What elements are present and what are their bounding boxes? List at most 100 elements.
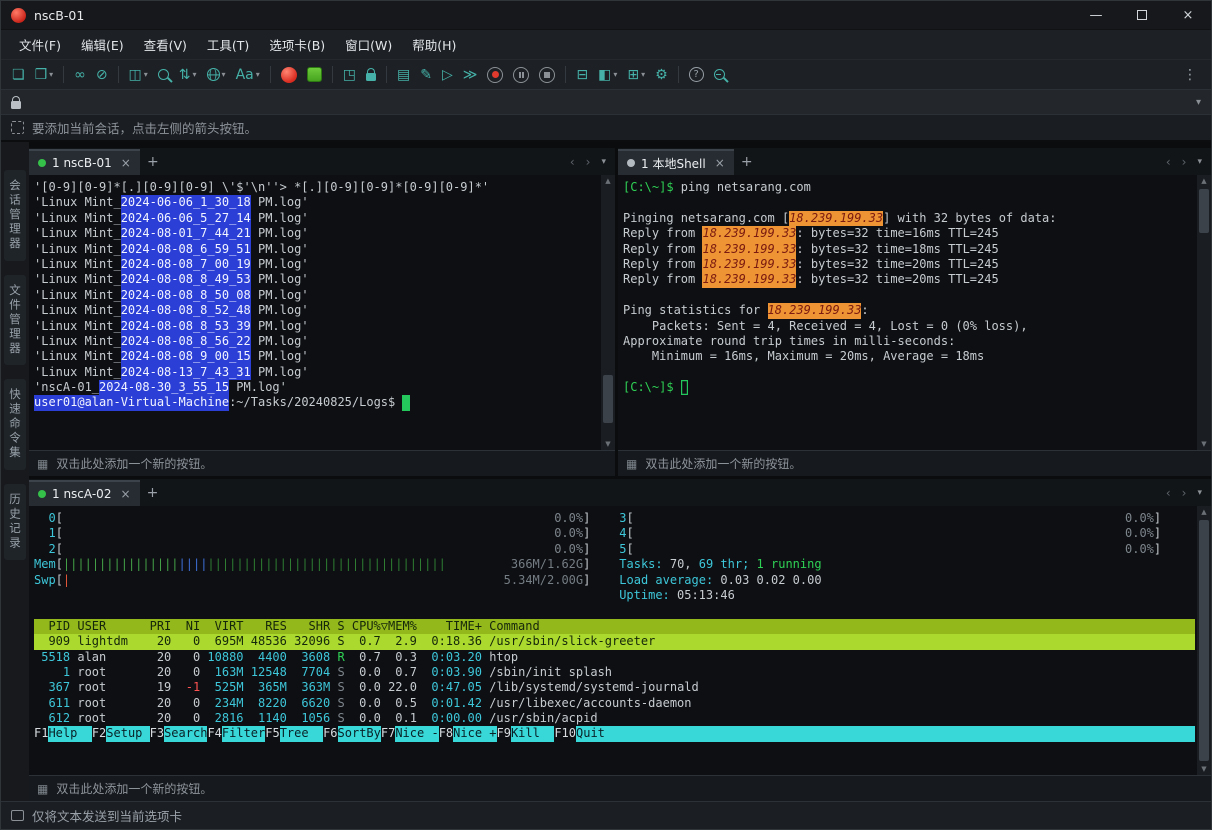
terminal-line: Packets: Sent = 4, Received = 4, Lost = …	[623, 319, 1195, 334]
pause-icon[interactable]	[508, 63, 534, 87]
toolbar-separator	[270, 66, 271, 83]
tile-layout-icon[interactable]: ⊞▾	[622, 63, 650, 87]
duplicate-session-icon[interactable]: ◫▾	[124, 63, 153, 87]
new-tab-button[interactable]: +	[140, 480, 166, 506]
zoom-icon[interactable]	[709, 63, 730, 87]
menu-item[interactable]: 查看(V)	[134, 30, 197, 59]
tab-close-icon[interactable]: ×	[715, 156, 725, 170]
tab-list-icon[interactable]: ▾	[1197, 157, 1202, 167]
quick-button-bar[interactable]: ▦ 双击此处添加一个新的按钮。	[618, 450, 1211, 476]
split-pane-icon[interactable]: ◧▾	[593, 63, 622, 87]
tab-scroll-left-icon[interactable]: ‹	[1166, 486, 1171, 500]
open-sessions-icon[interactable]: ❒▾	[30, 63, 59, 87]
tab-close-icon[interactable]: ×	[121, 156, 131, 170]
search-icon[interactable]	[153, 63, 174, 87]
terminal-nscA-02-htop[interactable]: 0[ 0.0%] 3[ 0.0%] 1[	[29, 506, 1197, 775]
lock-screen-icon[interactable]	[361, 63, 381, 87]
add-session-icon[interactable]	[11, 121, 24, 134]
tab-scroll-right-icon[interactable]: ›	[586, 155, 591, 169]
menu-item[interactable]: 帮助(H)	[402, 30, 466, 59]
highlight-pen-icon[interactable]: ✎	[415, 63, 437, 87]
menu-item[interactable]: 工具(T)	[197, 30, 259, 59]
terminal-line: 'Linux Mint_2024-08-08_9_00_15 PM.log'	[34, 349, 599, 364]
terminal-line	[623, 195, 1195, 210]
quickbar-expand-icon[interactable]: ▾	[1196, 97, 1201, 108]
quick-button-bar[interactable]: ▦ 双击此处添加一个新的按钮。	[29, 450, 615, 476]
bottom-scrollbar[interactable]: ▲ ▼	[1197, 506, 1211, 775]
sidebar-tab[interactable]: 历史记录	[4, 484, 26, 560]
terminal-line: 'Linux Mint_2024-06-06_5_27_14 PM.log'	[34, 211, 599, 226]
button-grid-icon: ▦	[37, 782, 48, 796]
tab-list-icon[interactable]: ▾	[601, 157, 606, 167]
new-tab-button[interactable]: +	[140, 149, 166, 175]
record-icon[interactable]	[482, 63, 508, 87]
new-session-icon[interactable]: ❏	[7, 63, 30, 87]
tab-local-shell[interactable]: 1 本地Shell ×	[618, 149, 734, 175]
tab-scroll-right-icon[interactable]: ›	[1182, 155, 1187, 169]
tab-nscA-02[interactable]: 1 nscA-02 ×	[29, 480, 140, 506]
send-mode-icon[interactable]	[11, 810, 24, 821]
terminal-line: 'Linux Mint_2024-08-08_8_53_39 PM.log'	[34, 319, 599, 334]
send-text-icon[interactable]: ▷	[437, 63, 458, 87]
titlebar: nscB-01 — ×	[1, 1, 1211, 29]
sidebar-tab[interactable]: 会话管理器	[4, 170, 26, 261]
menu-item[interactable]: 文件(F)	[9, 30, 71, 59]
right-scrollbar[interactable]: ▲ ▼	[1197, 175, 1211, 450]
menu-item[interactable]: 选项卡(B)	[259, 30, 335, 59]
scroll-up-icon[interactable]: ▲	[1201, 177, 1206, 185]
terminal-line: Reply from 18.239.199.33: bytes=32 time=…	[623, 242, 1195, 257]
compose-pane-icon[interactable]: ⊟	[571, 63, 593, 87]
globe-icon[interactable]: ▾	[202, 63, 231, 87]
scrollbar-thumb[interactable]	[1199, 189, 1209, 233]
compose-bar-icon[interactable]: ▤	[392, 63, 415, 87]
statusbar: 仅将文本发送到当前选项卡	[1, 801, 1211, 829]
quick-button-bar[interactable]: ▦ 双击此处添加一个新的按钮。	[29, 775, 1211, 801]
xshell-brand-icon[interactable]	[276, 63, 302, 87]
settings-gear-icon[interactable]: ⚙	[650, 63, 673, 87]
terminal-line: 367 root 19 -1 525M 365M 363M S 0.0 22.0…	[34, 680, 1195, 695]
reconnect-icon[interactable]: ∞	[69, 63, 91, 87]
sidebar-tab[interactable]: 快速命令集	[4, 379, 26, 470]
xshell-window: nscB-01 — × 文件(F)编辑(E)查看(V)工具(T)选项卡(B)窗口…	[0, 0, 1212, 830]
xagent-icon[interactable]	[302, 63, 327, 87]
terminal-local-shell[interactable]: [C:\~]$ ping netsarang.comPinging netsar…	[618, 175, 1197, 450]
disconnect-icon[interactable]: ⊘	[91, 63, 113, 87]
menu-item[interactable]: 编辑(E)	[71, 30, 134, 59]
file-transfer-icon[interactable]: ⇅▾	[174, 63, 202, 87]
stop-icon[interactable]	[534, 63, 560, 87]
tab-close-icon[interactable]: ×	[120, 487, 130, 501]
help-icon[interactable]	[684, 63, 709, 87]
send-all-icon[interactable]: ≫	[458, 63, 483, 87]
scroll-up-icon[interactable]: ▲	[605, 177, 610, 185]
sidebar-tab[interactable]: 文件管理器	[4, 275, 26, 366]
terminal-wrap: [C:\~]$ ping netsarang.comPinging netsar…	[618, 175, 1211, 450]
new-tab-button[interactable]: +	[734, 149, 760, 175]
tab-nscB-01[interactable]: 1 nscB-01 ×	[29, 149, 140, 175]
menu-item[interactable]: 窗口(W)	[335, 30, 402, 59]
left-scrollbar[interactable]: ▲ ▼	[601, 175, 615, 450]
terminal-nscB-01[interactable]: '[0-9][0-9]*[.][0-9][0-9] \'$'\n''> *[.]…	[29, 175, 601, 450]
terminal-line: Swp[| 5.34M/2.00G] Load average: 0.03 0.…	[34, 573, 1195, 588]
font-size-icon[interactable]: Aa▾	[231, 63, 265, 87]
scrollbar-thumb[interactable]	[1199, 520, 1209, 761]
scroll-down-icon[interactable]: ▼	[605, 440, 610, 448]
toolbar-separator	[118, 66, 119, 83]
scroll-down-icon[interactable]: ▼	[1201, 440, 1206, 448]
maximize-button[interactable]	[1119, 1, 1165, 29]
fullscreen-icon[interactable]: ◳	[338, 63, 361, 87]
tab-label: 1 nscB-01	[52, 156, 112, 170]
toolbar-icons: ❏❒▾ ∞⊘ ◫▾ ⇅▾▾Aa▾ ◳ ▤✎▷≫ ⊟◧▾⊞▾⚙	[7, 63, 1175, 87]
toolbar-overflow-icon[interactable]: ⋮	[1175, 67, 1205, 83]
scrollbar-thumb[interactable]	[603, 375, 613, 423]
quick-bar: ▾	[1, 89, 1211, 114]
terminal-line: 'Linux Mint_2024-08-08_7_00_19 PM.log'	[34, 257, 599, 272]
button-bar-hint: 双击此处添加一个新的按钮。	[56, 455, 212, 472]
minimize-button[interactable]: —	[1073, 1, 1119, 29]
tab-scroll-left-icon[interactable]: ‹	[1166, 155, 1171, 169]
tab-scroll-right-icon[interactable]: ›	[1182, 486, 1187, 500]
scroll-up-icon[interactable]: ▲	[1201, 508, 1206, 516]
close-button[interactable]: ×	[1165, 1, 1211, 29]
scroll-down-icon[interactable]: ▼	[1201, 765, 1206, 773]
tab-scroll-left-icon[interactable]: ‹	[570, 155, 575, 169]
tab-list-icon[interactable]: ▾	[1197, 488, 1202, 498]
